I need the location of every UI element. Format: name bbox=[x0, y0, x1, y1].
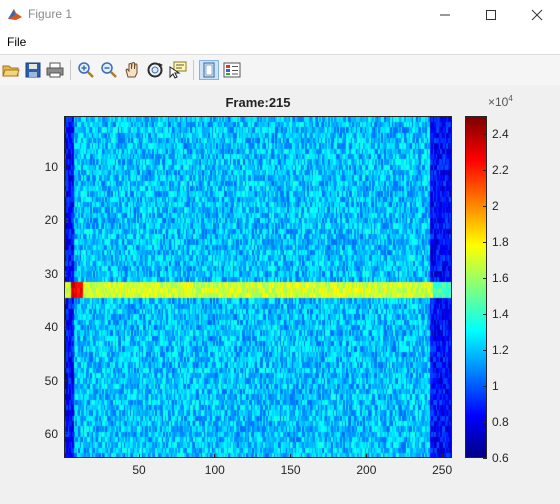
colorbar-tick-mark bbox=[483, 169, 487, 171]
y-tick-mark bbox=[64, 219, 68, 221]
save-icon bbox=[25, 62, 41, 78]
pan-button[interactable] bbox=[122, 60, 142, 80]
menu-file[interactable]: File bbox=[7, 35, 26, 49]
colorbar-tick-label: 2.2 bbox=[492, 163, 509, 177]
heatmap-axes[interactable] bbox=[64, 116, 452, 458]
x-tick-label: 200 bbox=[356, 463, 377, 477]
zoom-in-icon bbox=[78, 62, 94, 78]
colorbar-tick-label: 1 bbox=[492, 379, 499, 393]
colorbar-tick-label: 1.8 bbox=[492, 235, 509, 249]
toolbar bbox=[0, 54, 560, 86]
zoom-in-button[interactable] bbox=[76, 60, 96, 80]
zoom-out-button[interactable] bbox=[99, 60, 119, 80]
colorbar-gradient bbox=[466, 117, 486, 457]
close-button[interactable] bbox=[514, 0, 560, 30]
menu-bar: File bbox=[0, 30, 560, 54]
toolbar-separator bbox=[70, 60, 71, 80]
colorbar-tick-label: 1.2 bbox=[492, 343, 509, 357]
x-tick-label: 250 bbox=[432, 463, 453, 477]
link-plot-icon bbox=[203, 62, 215, 78]
rotate-3d-button[interactable] bbox=[145, 60, 165, 80]
colorbar-exponent: ×104 bbox=[488, 94, 513, 109]
colorbar[interactable] bbox=[465, 116, 487, 458]
colorbar-tick-mark bbox=[483, 133, 487, 135]
insert-colorbar-button[interactable] bbox=[222, 60, 242, 80]
colorbar-tick-mark bbox=[483, 277, 487, 279]
data-cursor-button[interactable] bbox=[168, 60, 188, 80]
x-tick-label: 100 bbox=[204, 463, 225, 477]
colorbar-tick-label: 2.4 bbox=[492, 127, 509, 141]
maximize-button[interactable] bbox=[468, 0, 514, 30]
x-tick-mark bbox=[138, 454, 140, 458]
y-tick-label: 30 bbox=[44, 266, 58, 281]
colorbar-tick-mark bbox=[483, 313, 487, 315]
colorbar-tick-label: 0.8 bbox=[492, 415, 509, 429]
colorbar-tick-mark bbox=[483, 385, 487, 387]
colorbar-tick-mark bbox=[483, 349, 487, 351]
toolbar-separator bbox=[193, 60, 194, 80]
x-tick-mark bbox=[290, 454, 292, 458]
colorbar-tick-label: 0.6 bbox=[492, 451, 509, 465]
y-tick-mark bbox=[64, 433, 68, 435]
x-tick-mark bbox=[365, 454, 367, 458]
pan-icon bbox=[125, 61, 138, 78]
y-tick-mark bbox=[64, 273, 68, 275]
y-tick-mark bbox=[64, 380, 68, 382]
open-folder-button[interactable] bbox=[1, 60, 21, 80]
plot-title: Frame:215 bbox=[225, 95, 291, 110]
y-tick-label: 10 bbox=[44, 159, 58, 174]
open-folder-icon bbox=[2, 65, 20, 77]
colorbar-tick-mark bbox=[483, 457, 487, 459]
x-tick-label: 150 bbox=[280, 463, 301, 477]
heatmap-image bbox=[65, 117, 451, 457]
colorbar-tick-mark bbox=[483, 241, 487, 243]
y-tick-label: 20 bbox=[44, 213, 58, 228]
close-icon bbox=[531, 9, 543, 21]
matlab-icon bbox=[7, 6, 23, 22]
colorbar-tick-mark bbox=[483, 205, 487, 207]
x-tick-mark bbox=[214, 454, 216, 458]
maximize-icon bbox=[486, 10, 496, 20]
y-tick-mark bbox=[64, 166, 68, 168]
link-plot-button[interactable] bbox=[199, 60, 219, 80]
y-tick-label: 40 bbox=[44, 320, 58, 335]
colorbar-tick-label: 2 bbox=[492, 199, 499, 213]
colorbar-tick-label: 1.6 bbox=[492, 271, 509, 285]
zoom-out-icon bbox=[101, 62, 117, 78]
minimize-icon bbox=[440, 14, 450, 16]
colorbar-tick-label: 1.4 bbox=[492, 307, 509, 321]
x-tick-label: 50 bbox=[132, 463, 146, 477]
minimize-button[interactable] bbox=[422, 0, 468, 30]
title-bar: Figure 1 bbox=[0, 0, 560, 30]
insert-colorbar-icon bbox=[223, 62, 241, 78]
y-tick-label: 50 bbox=[44, 373, 58, 388]
x-tick-mark bbox=[441, 454, 443, 458]
y-tick-mark bbox=[64, 326, 68, 328]
data-cursor-icon bbox=[169, 61, 187, 79]
save-button[interactable] bbox=[23, 60, 43, 80]
window-title: Figure 1 bbox=[28, 7, 73, 21]
colorbar-tick-mark bbox=[483, 421, 487, 423]
y-tick-label: 60 bbox=[44, 426, 58, 441]
rotate-3d-icon bbox=[147, 62, 163, 78]
print-icon bbox=[46, 62, 64, 78]
print-button[interactable] bbox=[45, 60, 65, 80]
